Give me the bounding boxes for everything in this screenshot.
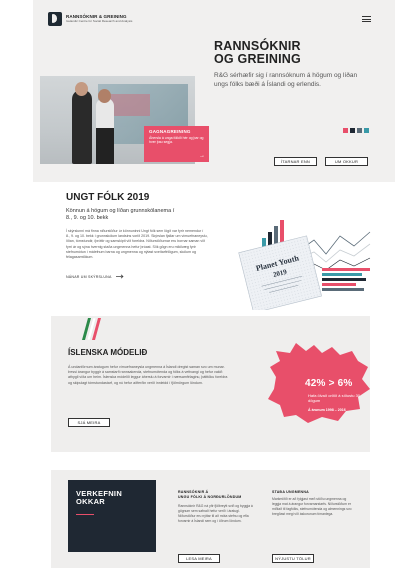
project-2-title: STAÐA UNGMENNA (272, 490, 309, 494)
report-booklet: Planet Youth 2019 (238, 235, 322, 310)
swatch-navy (350, 128, 355, 133)
model-statistic-years: Á árunum 1998 – 2016 (308, 408, 346, 412)
swatch-slate (357, 128, 362, 133)
project-1-body: Rannsóknir R&G ná yfir fjölbreytt svið o… (178, 504, 253, 524)
stacked-bars-graphic (322, 268, 370, 291)
youth-link-label: NÁNAR UM SKÝRSLUNA (66, 274, 112, 279)
highlight-text: Áhersla á unga fólkið hér og þar og hver… (149, 136, 204, 145)
logo-tagline: Icelandic Centre for Social Research and… (66, 19, 133, 24)
arrow-right-icon (115, 274, 124, 279)
hero-description: R&G sérhæfir sig í rannsóknum á högum og… (214, 72, 358, 88)
model-title: ÍSLENSKA MÓDELIÐ (68, 348, 148, 357)
youth-report-link[interactable]: NÁNAR UM SKÝRSLUNA (66, 274, 124, 279)
project-1-title: RANNSÓKNIR Á UNGU FÓLKI Á NORÐURLÖNDUM (178, 490, 242, 499)
hero-primary-button[interactable]: ÍTARNAR ENN (274, 157, 317, 166)
site-logo[interactable]: RANNSÓKNIR & GREINING Icelandic Centre f… (48, 12, 132, 26)
model-more-button[interactable]: SJÁ MEIRA (68, 418, 110, 427)
hero-title: RANNSÓKNIR OG GREINING (214, 39, 301, 66)
about-button[interactable]: UM OKKUR (325, 157, 368, 166)
hamburger-menu-icon[interactable] (362, 16, 371, 22)
model-body: Á undanförnum áratugum hefur vímuefnaney… (68, 365, 228, 385)
flag-stripes-icon (82, 318, 101, 340)
person-figure (72, 82, 92, 164)
swatch-pink (343, 128, 348, 133)
accent-divider (76, 514, 94, 515)
arrow-right-icon: → (199, 153, 205, 159)
youth-title: UNGT FÓLK 2019 (66, 192, 150, 203)
project-1-button[interactable]: LESA MEIRA (178, 554, 220, 563)
project-2-button[interactable]: NÝJUSTU TÖLUR (272, 554, 314, 563)
project-2-body: Markmiðið er að fylgjast með stöðu ungme… (272, 497, 352, 517)
person-figure (96, 89, 114, 164)
report-illustration: Planet Youth 2019 (238, 220, 371, 310)
model-statistic-caption: Hafa ölvað orðið á síðustu 30 dögum (308, 393, 361, 404)
swatch-teal (364, 128, 369, 133)
projects-title: VERKEFNIN OKKAR (76, 489, 123, 506)
model-statistic: 42% > 6% (305, 378, 353, 389)
highlight-card[interactable]: GAGNAGREINING Áhersla á unga fólkið hér … (144, 126, 209, 162)
youth-body: Í skýrslunni má finna niðurstöður úr kön… (66, 229, 208, 260)
logo-mark-icon (48, 12, 62, 26)
youth-subtitle: Könnun á högum og líðan grunnskólanema í… (66, 208, 175, 222)
color-swatches (343, 128, 369, 133)
highlight-title: GAGNAGREINING (149, 129, 191, 134)
